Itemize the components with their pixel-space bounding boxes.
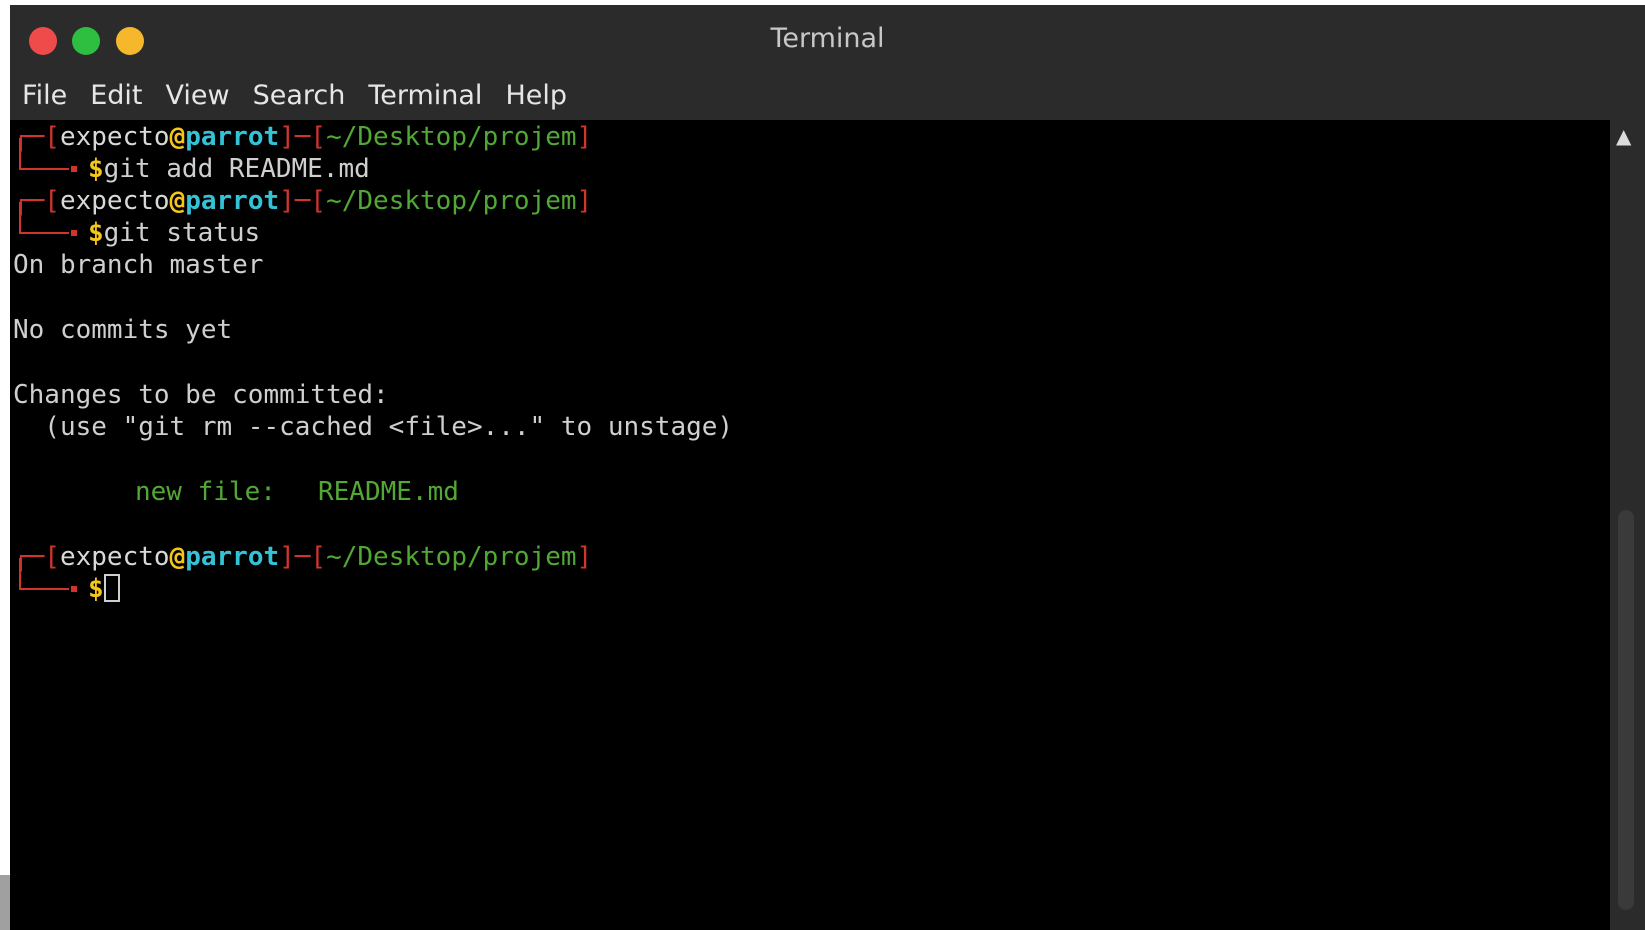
output-new-file-name: README.md [318,477,459,507]
output-no-commits: No commits yet [13,315,233,345]
scroll-up-arrow-icon[interactable]: ▲ [1616,124,1631,148]
active-command-line: $ [88,572,120,606]
scroll-thumb[interactable] [1618,510,1634,910]
output-branch: On branch master [13,250,264,280]
window-title: Terminal [770,23,885,54]
prompt-corner [19,202,77,236]
terminal-window: Terminal File Edit View Search Terminal … [10,5,1645,930]
prompt-corner [19,138,77,172]
menu-search[interactable]: Search [253,80,346,111]
menu-terminal[interactable]: Terminal [368,80,482,111]
output-changes-header: Changes to be committed: [13,380,389,410]
menu-help[interactable]: Help [505,80,567,111]
output-unstage-hint: (use "git rm --cached <file>..." to unst… [13,412,734,442]
title-bar[interactable]: Terminal [10,5,1645,70]
prompt-corner [19,558,77,592]
prompt-line: ┌─[expecto@parrot]─[~/Desktop/projem] [13,122,593,152]
prompt-line: ┌─[expecto@parrot]─[~/Desktop/projem] [13,542,593,572]
desktop-background-edge [0,875,10,930]
command-line: $git add README.md [88,154,370,184]
menu-file[interactable]: File [22,80,67,111]
prompt-line: ┌─[expecto@parrot]─[~/Desktop/projem] [13,186,593,216]
output-new-file-label: new file: [135,477,276,507]
menu-view[interactable]: View [165,80,229,111]
command-line: $git status [88,218,261,248]
menu-bar: File Edit View Search Terminal Help [10,70,1645,120]
vertical-scrollbar[interactable]: ▲ [1610,120,1645,930]
menu-edit[interactable]: Edit [90,80,142,111]
terminal-output[interactable]: ┌─[expecto@parrot]─[~/Desktop/projem] $g… [10,120,1610,930]
text-cursor [103,573,120,602]
